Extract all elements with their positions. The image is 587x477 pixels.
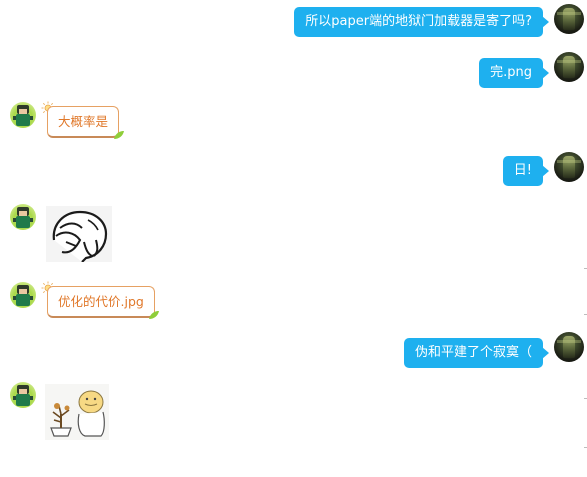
avatar[interactable] [554,332,584,362]
chat-message-outgoing: 伪和平建了个寂寞（ [0,332,587,372]
avatar[interactable] [10,204,36,230]
message-text: 大概率是 [58,114,109,129]
leaf-icon [149,311,159,319]
message-bubble[interactable]: 优化的代价.jpg [47,286,155,318]
message-text: 优化的代价.jpg [58,294,144,309]
chat-message-incoming [0,380,587,444]
message-text: 所以paper端的地狱门加载器是寄了吗? [305,14,532,29]
avatar[interactable] [10,102,36,128]
message-bubble[interactable]: 大概率是 [47,106,120,138]
chat-message-incoming: 大概率是 [0,100,587,144]
message-bubble[interactable]: 伪和平建了个寂寞（ [403,338,549,368]
chat-message-incoming: 优化的代价.jpg [0,280,587,324]
message-bubble[interactable]: 所以paper端的地狱门加载器是寄了吗? [294,7,549,37]
avatar[interactable] [554,152,584,182]
leaf-icon [114,131,124,139]
message-text: 完.png [490,65,532,80]
facepalm-sticker[interactable] [46,206,112,262]
plant-cat-sticker[interactable] [45,384,109,440]
message-bubble[interactable]: 完.png [479,58,549,88]
bubble-tail [542,165,549,177]
avatar[interactable] [554,4,584,34]
avatar[interactable] [10,382,36,408]
chat-message-outgoing: 完.png [0,52,587,96]
bubble-tail [542,347,549,359]
bubble-tail [542,16,549,28]
chat-message-outgoing: 日! [0,152,587,192]
avatar[interactable] [10,282,36,308]
avatar[interactable] [554,52,584,82]
message-text: 伪和平建了个寂寞（ [414,345,532,360]
bubble-tail [542,67,549,79]
chat-message-incoming [0,202,587,266]
message-text: 日! [513,163,532,178]
message-bubble[interactable]: 日! [502,156,549,186]
chat-message-outgoing: 所以paper端的地狱门加载器是寄了吗? [0,4,587,44]
